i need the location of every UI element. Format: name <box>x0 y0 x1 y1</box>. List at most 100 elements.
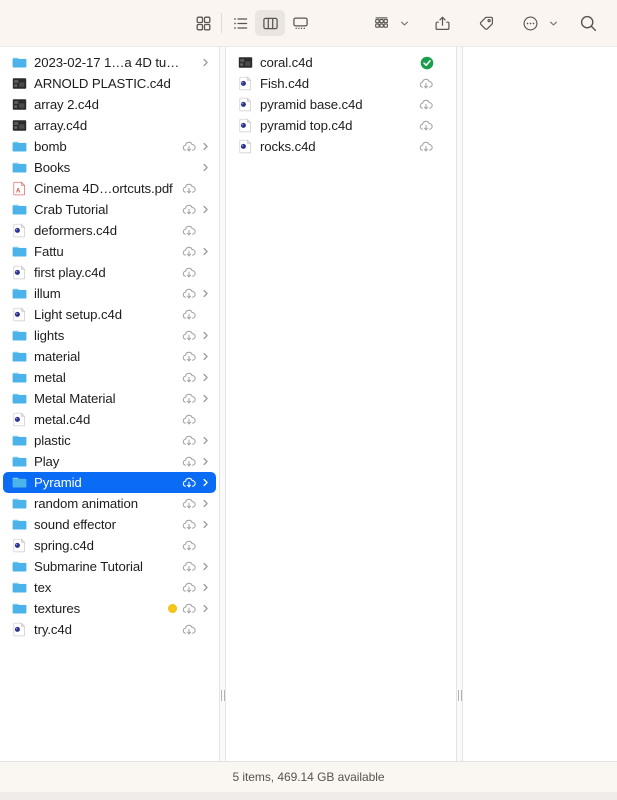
disclosure-chevron-right-icon[interactable] <box>201 457 210 466</box>
disclosure-chevron-right-icon[interactable] <box>201 58 210 67</box>
file-row[interactable]: try.c4d <box>3 619 216 640</box>
more-options-button[interactable] <box>515 10 545 36</box>
list-view-button[interactable] <box>225 10 255 36</box>
file-row[interactable]: ARNOLD PLASTIC.c4d <box>3 73 216 94</box>
file-row[interactable]: pyramid base.c4d <box>229 94 453 115</box>
disclosure-chevron-right-icon[interactable] <box>201 436 210 445</box>
row-trailing-accessories <box>420 56 447 70</box>
gallery-view-button[interactable] <box>285 10 315 36</box>
icloud-download-icon[interactable] <box>181 139 197 155</box>
file-row[interactable]: deformers.c4d <box>3 220 216 241</box>
icon-view-button[interactable] <box>188 10 218 36</box>
disclosure-chevron-right-icon[interactable] <box>201 163 210 172</box>
icloud-download-icon[interactable] <box>181 496 197 512</box>
tag-dot-yellow[interactable] <box>168 604 177 613</box>
group-by-button[interactable] <box>366 10 396 36</box>
icloud-download-icon[interactable] <box>181 538 197 554</box>
icloud-download-icon[interactable] <box>181 412 197 428</box>
disclosure-chevron-right-icon[interactable] <box>201 331 210 340</box>
file-row[interactable]: tex <box>3 577 216 598</box>
icloud-download-icon[interactable] <box>181 475 197 491</box>
column-divider-1[interactable] <box>219 47 226 761</box>
disclosure-chevron-right-icon[interactable] <box>201 478 210 487</box>
file-row-selected[interactable]: Pyramid <box>3 472 216 493</box>
disclosure-chevron-right-icon[interactable] <box>201 205 210 214</box>
file-row[interactable]: first play.c4d <box>3 262 216 283</box>
finder-column-2[interactable]: coral.c4d Fish.c4d pyramid base.c4d pyramid… <box>226 47 456 761</box>
tags-button[interactable] <box>471 10 501 36</box>
disclosure-chevron-right-icon[interactable] <box>201 394 210 403</box>
file-row[interactable]: metal.c4d <box>3 409 216 430</box>
file-row[interactable]: material <box>3 346 216 367</box>
disclosure-chevron-right-icon[interactable] <box>201 583 210 592</box>
more-options-chevron-down-icon[interactable] <box>547 19 560 28</box>
file-row[interactable]: A Cinema 4D…ortcuts.pdf <box>3 178 216 199</box>
file-row[interactable]: spring.c4d <box>3 535 216 556</box>
row-trailing-accessories <box>181 58 210 67</box>
file-row[interactable]: array.c4d <box>3 115 216 136</box>
file-row[interactable]: Fish.c4d <box>229 73 453 94</box>
icloud-download-icon[interactable] <box>181 391 197 407</box>
file-row[interactable]: Books <box>3 157 216 178</box>
icloud-download-icon[interactable] <box>418 76 434 92</box>
icloud-download-icon[interactable] <box>181 202 197 218</box>
file-row[interactable]: random animation <box>3 493 216 514</box>
icloud-download-icon[interactable] <box>181 559 197 575</box>
icloud-download-icon[interactable] <box>418 118 434 134</box>
finder-column-3[interactable] <box>463 47 617 761</box>
file-row[interactable]: sound effector <box>3 514 216 535</box>
search-button[interactable] <box>573 10 603 36</box>
disclosure-chevron-right-icon[interactable] <box>201 562 210 571</box>
icloud-download-icon[interactable] <box>181 181 197 197</box>
icloud-download-icon[interactable] <box>181 244 197 260</box>
icloud-download-icon[interactable] <box>181 265 197 281</box>
disclosure-chevron-right-icon[interactable] <box>201 142 210 151</box>
icloud-download-icon[interactable] <box>418 97 434 113</box>
icloud-download-icon[interactable] <box>181 622 197 638</box>
file-row[interactable]: lights <box>3 325 216 346</box>
icloud-download-icon[interactable] <box>181 370 197 386</box>
file-row[interactable]: array 2.c4d <box>3 94 216 115</box>
disclosure-chevron-right-icon[interactable] <box>201 604 210 613</box>
file-row[interactable]: pyramid top.c4d <box>229 115 453 136</box>
file-row[interactable]: coral.c4d <box>229 52 453 73</box>
icloud-download-icon[interactable] <box>181 433 197 449</box>
file-row[interactable]: Metal Material <box>3 388 216 409</box>
file-row[interactable]: textures <box>3 598 216 619</box>
file-row[interactable]: rocks.c4d <box>229 136 453 157</box>
finder-column-1[interactable]: 2023-02-17 1…a 4D tutorial ARNOLD PLASTIC… <box>0 47 219 761</box>
file-row[interactable]: 2023-02-17 1…a 4D tutorial <box>3 52 216 73</box>
group-by-chevron-down-icon[interactable] <box>398 19 411 28</box>
icloud-download-icon[interactable] <box>181 349 197 365</box>
file-row[interactable]: metal <box>3 367 216 388</box>
icloud-download-icon[interactable] <box>181 223 197 239</box>
icloud-download-icon[interactable] <box>181 580 197 596</box>
icloud-download-icon[interactable] <box>418 139 434 155</box>
disclosure-chevron-right-icon[interactable] <box>201 289 210 298</box>
file-row[interactable]: Light setup.c4d <box>3 304 216 325</box>
file-row[interactable]: Crab Tutorial <box>3 199 216 220</box>
icloud-download-icon[interactable] <box>181 286 197 302</box>
share-button[interactable] <box>427 10 457 36</box>
disclosure-chevron-right-icon[interactable] <box>201 247 210 256</box>
column-resize-grip[interactable] <box>457 690 462 701</box>
disclosure-chevron-right-icon[interactable] <box>201 499 210 508</box>
file-row[interactable]: Submarine Tutorial <box>3 556 216 577</box>
disclosure-chevron-right-icon[interactable] <box>201 520 210 529</box>
icloud-download-icon[interactable] <box>181 454 197 470</box>
icloud-download-icon[interactable] <box>181 601 197 617</box>
file-row[interactable]: Play <box>3 451 216 472</box>
file-row[interactable]: illum <box>3 283 216 304</box>
file-row[interactable]: bomb <box>3 136 216 157</box>
icloud-download-icon[interactable] <box>181 307 197 323</box>
disclosure-chevron-right-icon[interactable] <box>201 352 210 361</box>
icloud-download-icon[interactable] <box>181 517 197 533</box>
column-view-button[interactable] <box>255 10 285 36</box>
disclosure-chevron-right-icon[interactable] <box>201 373 210 382</box>
file-row[interactable]: Fattu <box>3 241 216 262</box>
column-divider-2[interactable] <box>456 47 463 761</box>
column-resize-grip[interactable] <box>220 690 225 701</box>
file-row[interactable]: plastic <box>3 430 216 451</box>
icloud-download-icon[interactable] <box>181 328 197 344</box>
status-bar-text: 5 items, 469.14 GB available <box>232 770 385 784</box>
